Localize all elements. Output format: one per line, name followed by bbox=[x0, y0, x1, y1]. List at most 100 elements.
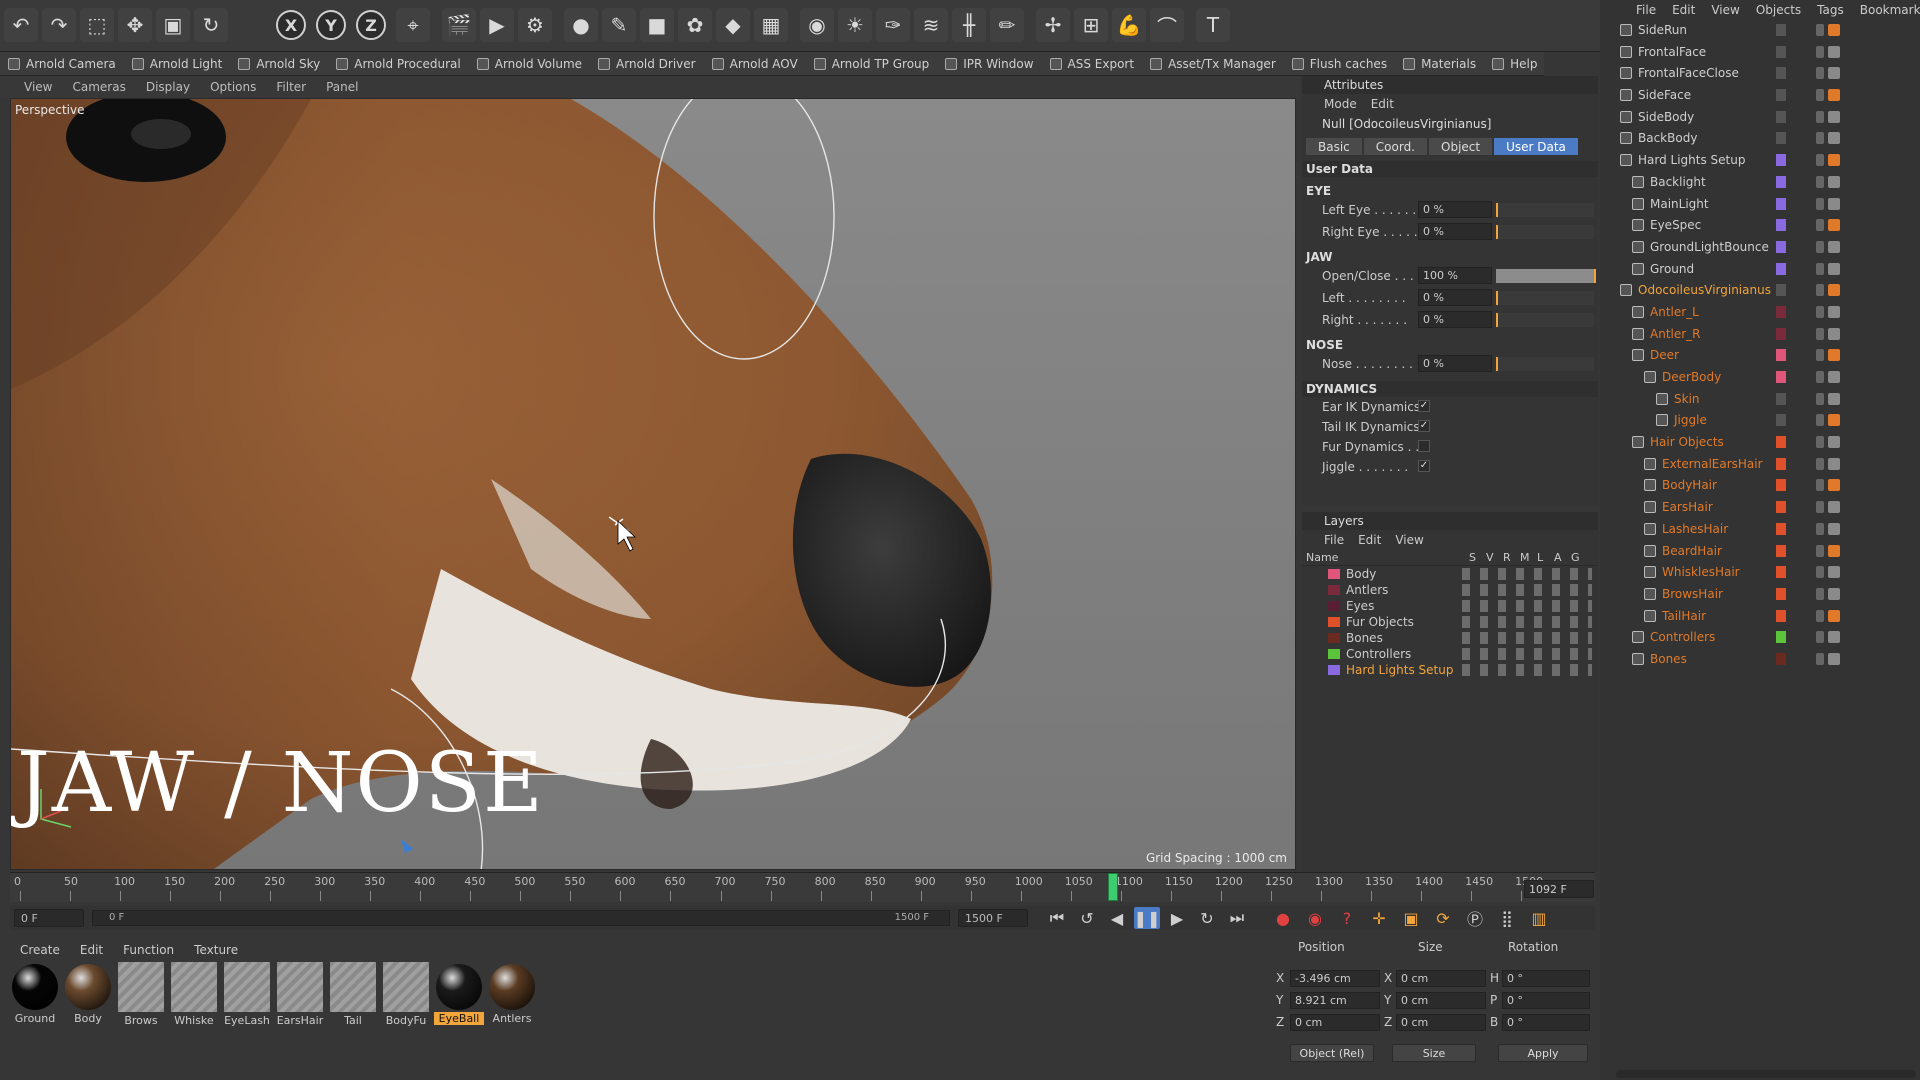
coords-apply-button[interactable]: Apply bbox=[1498, 1044, 1588, 1062]
floor-icon[interactable]: ▦ bbox=[754, 8, 788, 42]
layer-flags[interactable] bbox=[1462, 568, 1592, 580]
camera-icon[interactable]: ◉ bbox=[800, 8, 834, 42]
viewport-menu-filter[interactable]: Filter bbox=[266, 80, 316, 94]
layers-column-s[interactable]: S bbox=[1469, 551, 1476, 564]
object-name[interactable]: Jiggle bbox=[1674, 413, 1707, 427]
material-menu-function[interactable]: Function bbox=[113, 943, 184, 957]
object-layer-swatch[interactable] bbox=[1776, 24, 1786, 36]
timeline-ruler[interactable]: 0 50 100 150 200 250 300 350 400 450 500 550 600 650 7… bbox=[10, 872, 1595, 902]
object-name[interactable]: SideBody bbox=[1638, 110, 1694, 124]
layer-flags[interactable] bbox=[1462, 664, 1592, 676]
rotation-p-field[interactable]: 0 ° bbox=[1502, 992, 1590, 1009]
object-layer-swatch[interactable] bbox=[1776, 414, 1786, 427]
tag-icon[interactable] bbox=[1828, 349, 1840, 362]
coord-system-icon[interactable]: ⌖ bbox=[396, 8, 430, 42]
position-x-field[interactable]: -3.496 cm bbox=[1290, 970, 1380, 987]
object-name[interactable]: OdocoileusVirginianus bbox=[1638, 283, 1771, 297]
layers-column-a[interactable]: A bbox=[1554, 551, 1562, 564]
visibility-dots-icon[interactable] bbox=[1816, 67, 1824, 80]
user-data-value-field[interactable]: 0 % bbox=[1418, 201, 1492, 218]
layer-color-swatch[interactable] bbox=[1328, 617, 1340, 627]
arnold-arnold-volume-button[interactable]: Arnold Volume bbox=[469, 53, 590, 75]
arnold-arnold-procedural-button[interactable]: Arnold Procedural bbox=[328, 53, 469, 75]
go-to-start-button[interactable]: ⏮ bbox=[1044, 907, 1070, 929]
layer-flags[interactable] bbox=[1462, 616, 1592, 628]
arnold-ass-export-button[interactable]: ASS Export bbox=[1042, 53, 1143, 75]
object-name[interactable]: BodyHair bbox=[1662, 478, 1717, 492]
visibility-dots-icon[interactable] bbox=[1816, 219, 1824, 232]
layer-row[interactable]: Bones bbox=[1302, 630, 1598, 646]
user-data-slider[interactable] bbox=[1496, 269, 1596, 283]
object-row[interactable]: Controllers bbox=[1600, 627, 1920, 649]
material-tail[interactable]: Tail bbox=[328, 962, 378, 1030]
deformer-icon[interactable]: ◆ bbox=[716, 8, 750, 42]
tab-basic[interactable]: Basic bbox=[1306, 138, 1362, 155]
visibility-dots-icon[interactable] bbox=[1816, 45, 1824, 58]
object-layer-swatch[interactable] bbox=[1776, 305, 1786, 318]
viewport-perspective[interactable]: Perspective JAW / NOSE Grid Spacing : 10… bbox=[10, 98, 1296, 870]
visibility-dots-icon[interactable] bbox=[1816, 371, 1824, 383]
object-layer-swatch[interactable] bbox=[1776, 544, 1786, 557]
visibility-dots-icon[interactable] bbox=[1816, 544, 1824, 557]
tag-icon[interactable] bbox=[1828, 457, 1840, 470]
object-row[interactable]: EyeSpec bbox=[1600, 215, 1920, 237]
object-manager-scrollbar[interactable] bbox=[1616, 1070, 1916, 1078]
object-row[interactable]: BodyHair bbox=[1600, 475, 1920, 497]
arnold-arnold-light-button[interactable]: Arnold Light bbox=[124, 53, 231, 75]
dynamics-checkbox[interactable]: ✓ bbox=[1418, 400, 1430, 412]
render-settings-icon[interactable]: ⚙ bbox=[518, 8, 552, 42]
object-name[interactable]: LashesHair bbox=[1662, 522, 1728, 536]
object-name[interactable]: DeerBody bbox=[1662, 370, 1721, 384]
visibility-dots-icon[interactable] bbox=[1816, 132, 1824, 145]
user-data-slider[interactable] bbox=[1496, 203, 1594, 217]
visibility-dots-icon[interactable] bbox=[1816, 609, 1824, 622]
visibility-dots-icon[interactable] bbox=[1816, 522, 1824, 535]
material-menu-create[interactable]: Create bbox=[10, 943, 70, 957]
object-name[interactable]: Bones bbox=[1650, 652, 1687, 666]
object-row[interactable]: SideRun bbox=[1600, 20, 1920, 42]
tag-icon[interactable] bbox=[1828, 631, 1840, 644]
visibility-dots-icon[interactable] bbox=[1816, 240, 1824, 253]
go-to-end-button[interactable]: ⏭ bbox=[1224, 907, 1250, 929]
preview-range-slider[interactable]: 0 F 1500 F bbox=[92, 910, 950, 926]
tag-icon[interactable] bbox=[1828, 544, 1840, 557]
tag-icon[interactable] bbox=[1828, 154, 1840, 167]
object-row[interactable]: ExternalEarsHair bbox=[1600, 454, 1920, 476]
object-name[interactable]: MainLight bbox=[1650, 197, 1709, 211]
object-row[interactable]: FrontalFaceClose bbox=[1600, 63, 1920, 85]
visibility-dots-icon[interactable] bbox=[1816, 262, 1824, 275]
arnold-arnold-camera-button[interactable]: Arnold Camera bbox=[0, 53, 124, 75]
slider-handle[interactable] bbox=[1496, 357, 1498, 371]
object-menu-objects[interactable]: Objects bbox=[1756, 3, 1801, 17]
arnold-arnold-aov-button[interactable]: Arnold AOV bbox=[704, 53, 806, 75]
end-frame-field[interactable]: 1500 F bbox=[958, 909, 1028, 927]
layer-row[interactable]: Body bbox=[1302, 566, 1598, 582]
tag-icon[interactable] bbox=[1828, 240, 1840, 253]
tag-icon[interactable] bbox=[1828, 392, 1840, 405]
layers-column-m[interactable]: M bbox=[1520, 551, 1530, 564]
arnold-ipr-window-button[interactable]: IPR Window bbox=[937, 53, 1041, 75]
visibility-dots-icon[interactable] bbox=[1816, 414, 1824, 427]
subdivide-icon[interactable]: ✿ bbox=[678, 8, 712, 42]
undo-icon[interactable]: ↶ bbox=[4, 8, 38, 42]
keyframe-selection-button[interactable]: ? bbox=[1334, 907, 1360, 929]
user-data-value-field[interactable]: 0 % bbox=[1418, 289, 1492, 306]
coords-mode-dropdown[interactable]: Object (Rel) bbox=[1290, 1044, 1374, 1062]
user-data-slider[interactable] bbox=[1496, 357, 1594, 371]
object-layer-swatch[interactable] bbox=[1776, 240, 1786, 253]
tag-icon[interactable] bbox=[1828, 305, 1840, 318]
scale-icon[interactable]: ▣ bbox=[156, 8, 190, 42]
coords-size-dropdown[interactable]: Size bbox=[1392, 1044, 1476, 1062]
timeline-playhead[interactable] bbox=[1107, 873, 1118, 901]
material-earshair[interactable]: EarsHair bbox=[275, 962, 325, 1030]
layer-color-swatch[interactable] bbox=[1328, 601, 1340, 611]
object-layer-swatch[interactable] bbox=[1776, 371, 1786, 383]
attributes-menu-edit[interactable]: Edit bbox=[1371, 97, 1394, 111]
layer-flags[interactable] bbox=[1462, 648, 1592, 660]
object-menu-tags[interactable]: Tags bbox=[1817, 3, 1844, 17]
object-layer-swatch[interactable] bbox=[1776, 652, 1786, 665]
object-menu-bookmarks[interactable]: Bookmarks bbox=[1860, 3, 1920, 17]
layers-column-v[interactable]: V bbox=[1486, 551, 1494, 564]
object-row[interactable]: BrowsHair bbox=[1600, 584, 1920, 606]
tag-icon[interactable] bbox=[1828, 45, 1840, 58]
